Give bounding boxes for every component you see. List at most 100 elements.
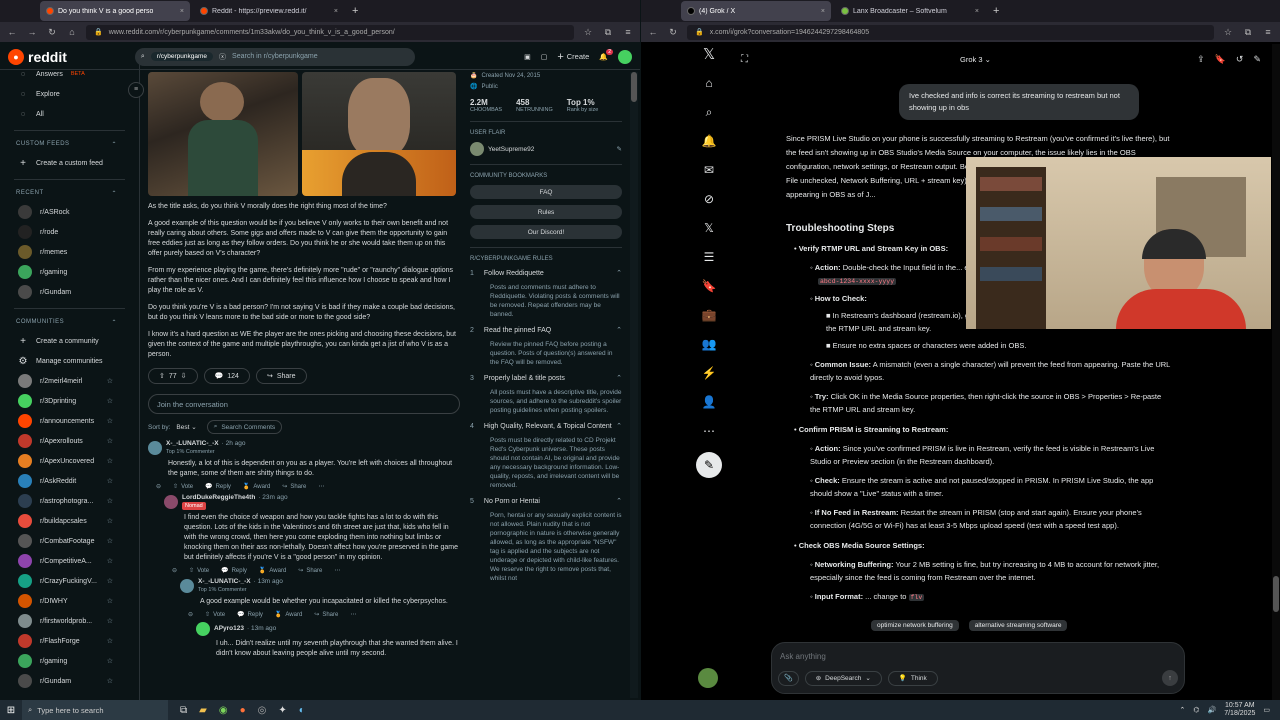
favorite-star-icon[interactable]: ☆ — [107, 537, 113, 545]
messages-icon[interactable]: ✉ — [701, 162, 717, 178]
sidebar-community-item[interactable]: r/ApexUncovered ☆ — [0, 451, 139, 471]
sidebar-recent-item[interactable]: r/memes — [0, 242, 139, 262]
clock[interactable]: 10:57 AM 7/18/2025 — [1224, 702, 1255, 718]
post-image-gallery[interactable] — [148, 72, 460, 196]
reload-icon[interactable]: ↻ — [667, 27, 679, 38]
suggestion-chip[interactable]: optimize network buffering — [871, 620, 959, 631]
sidebar-community-item[interactable]: r/AskReddit ☆ — [0, 471, 139, 491]
extensions-icon[interactable]: ⧉ — [602, 27, 614, 38]
attach-button[interactable]: 📎 — [778, 670, 799, 686]
think-button[interactable]: 💡 Think — [887, 670, 938, 686]
model-selector[interactable]: Grok 3 ⌄ — [960, 55, 991, 64]
sidebar-item-all[interactable]: ◌ All — [0, 104, 139, 124]
clear-chip-icon[interactable]: ⓧ — [219, 52, 226, 62]
suggestion-chip[interactable]: alternative streaming software — [968, 620, 1068, 631]
rule-item[interactable]: 5 No Porn or Hentai ⌃ — [470, 494, 622, 508]
extensions-icon[interactable]: ⧉ — [1242, 27, 1254, 38]
create-custom-feed-button[interactable]: + Create a custom feed — [0, 153, 139, 173]
sidebar-community-item[interactable]: r/gaming ☆ — [0, 651, 139, 671]
avatar[interactable] — [180, 579, 194, 593]
favorite-star-icon[interactable]: ☆ — [107, 677, 113, 685]
avatar[interactable] — [196, 622, 210, 636]
close-tab-icon[interactable]: × — [975, 8, 979, 15]
sidebar-community-item[interactable]: r/CompetitiveA... ☆ — [0, 551, 139, 571]
compose-post-button[interactable]: ✎ — [696, 452, 722, 478]
reload-icon[interactable]: ↻ — [46, 27, 58, 38]
favorite-star-icon[interactable]: ☆ — [107, 457, 113, 465]
more-options-icon[interactable]: ⋯ — [318, 483, 324, 490]
sidebar-recent-item[interactable]: r/rode — [0, 222, 139, 242]
comment-share-button[interactable]: ↪ Share — [282, 483, 306, 491]
favorite-star-icon[interactable]: ☆ — [107, 577, 113, 585]
favorite-star-icon[interactable]: ☆ — [107, 397, 113, 405]
reddit-logo-icon[interactable]: ● — [8, 48, 24, 65]
x-premium-icon[interactable]: 𝕏 — [701, 220, 717, 236]
sidebar-community-item[interactable]: r/announcements ☆ — [0, 411, 139, 431]
sidebar-community-item[interactable]: r/Apexrollouts ☆ — [0, 431, 139, 451]
sidebar-community-item[interactable]: r/astrophotogra... ☆ — [0, 491, 139, 511]
right-scrollbar[interactable] — [1272, 44, 1280, 700]
steam-icon[interactable]: ◐ — [299, 705, 305, 716]
notifications-icon[interactable]: 🔔 — [701, 133, 717, 149]
search-chip[interactable]: r/cyberpunkgame — [150, 52, 214, 61]
right-tab-0[interactable]: (4) Grok / X × — [681, 1, 831, 21]
favorite-star-icon[interactable]: ☆ — [107, 377, 113, 385]
upvote-icon[interactable]: ⇧ — [159, 372, 165, 380]
sidebar-community-item[interactable]: r/2meirl4meirl ☆ — [0, 371, 139, 391]
comment-award-button[interactable]: 🏅 Award — [243, 483, 270, 491]
favorite-star-icon[interactable]: ☆ — [107, 417, 113, 425]
lists-icon[interactable]: ☰ — [701, 249, 717, 265]
sidebar-recent-item[interactable]: r/ASRock — [0, 202, 139, 222]
communities-icon[interactable]: 👥 — [701, 336, 717, 352]
left-tab-0[interactable]: Do you think V is a good perso × — [40, 1, 190, 21]
favorite-star-icon[interactable]: ☆ — [107, 617, 113, 625]
sidebar-community-item[interactable]: r/CombatFootage ☆ — [0, 531, 139, 551]
comment-vote-button[interactable]: ⇧ Vote — [173, 483, 193, 491]
history-icon[interactable]: ↺ — [1236, 54, 1244, 65]
favorite-star-icon[interactable]: ☆ — [107, 477, 113, 485]
new-tab-icon[interactable]: + — [993, 5, 999, 17]
new-chat-icon[interactable]: ✎ — [1253, 54, 1261, 65]
edit-icon[interactable]: ✎ — [617, 145, 622, 153]
right-address-field[interactable]: 🔒 x.com/i/grok?conversation=1946244297298… — [687, 24, 1214, 40]
rule-item[interactable]: 2 Read the pinned FAQ ⌃ — [470, 323, 622, 337]
search-comments-input[interactable]: ⌕ Search Comments — [206, 420, 283, 434]
bookmark-button[interactable]: Rules — [470, 205, 622, 219]
comment-author[interactable]: X-_-LUNATIC-_-X — [198, 578, 251, 585]
reddit-wordmark[interactable]: reddit — [28, 49, 67, 65]
forward-icon[interactable]: → — [26, 27, 38, 37]
collapse-sidebar-icon[interactable]: ≡ — [128, 82, 144, 98]
avatar[interactable] — [164, 495, 178, 509]
network-icon[interactable]: ⌬ — [1193, 706, 1199, 714]
rule-item[interactable]: 1 Follow Reddiquette ⌃ — [470, 266, 622, 280]
taskbar-search-input[interactable]: ⌕ Type here to search — [22, 700, 168, 720]
tray-chevron-icon[interactable]: ⌃ — [1180, 706, 1186, 714]
avatar[interactable] — [148, 441, 162, 455]
sidebar-community-item[interactable]: r/Gundam ☆ — [0, 671, 139, 691]
home-icon[interactable]: ⌂ — [66, 27, 78, 37]
create-community-button[interactable]: + Create a community — [0, 331, 139, 351]
left-address-field[interactable]: 🔒 www.reddit.com/r/cyberpunkgame/comments… — [86, 24, 574, 40]
comment-vote-button[interactable]: ⇧ Vote — [189, 567, 209, 575]
avatar[interactable] — [618, 49, 632, 64]
rule-item[interactable]: 4 High Quality, Relevant, & Topical Conte… — [470, 419, 622, 433]
sidebar-community-item[interactable]: r/firstworldprob... ☆ — [0, 611, 139, 631]
comment-award-button[interactable]: 🏅 Award — [275, 611, 302, 619]
rule-item[interactable]: 3 Properly label & title posts ⌃ — [470, 371, 622, 385]
favorite-star-icon[interactable]: ☆ — [107, 657, 113, 665]
downvote-icon[interactable]: ⇩ — [181, 372, 187, 380]
more-icon[interactable]: ⋯ — [701, 423, 717, 439]
settings-icon[interactable]: ✦ — [278, 705, 286, 716]
left-scrollbar[interactable] — [630, 72, 638, 698]
send-button[interactable]: ↑ — [1162, 670, 1178, 686]
comment-author[interactable]: APyro123 — [214, 625, 244, 632]
windows-start-icon[interactable]: ⊞ — [0, 700, 22, 720]
comment-author[interactable]: LordDukeReggieThe4th — [182, 494, 255, 501]
notifications-icon[interactable]: 🔔 2 — [599, 48, 613, 61]
user-flair-row[interactable]: YeetSupreme92 ✎ — [470, 142, 622, 156]
bookmarks-icon[interactable]: 🔖 — [701, 278, 717, 294]
vote-pill[interactable]: ⇧ 77 ⇩ — [148, 368, 198, 384]
verified-orgs-icon[interactable]: ⚡ — [701, 365, 717, 381]
file-explorer-icon[interactable]: ▰ — [199, 705, 207, 716]
comment-reply-button[interactable]: 💬 Reply — [237, 611, 263, 619]
